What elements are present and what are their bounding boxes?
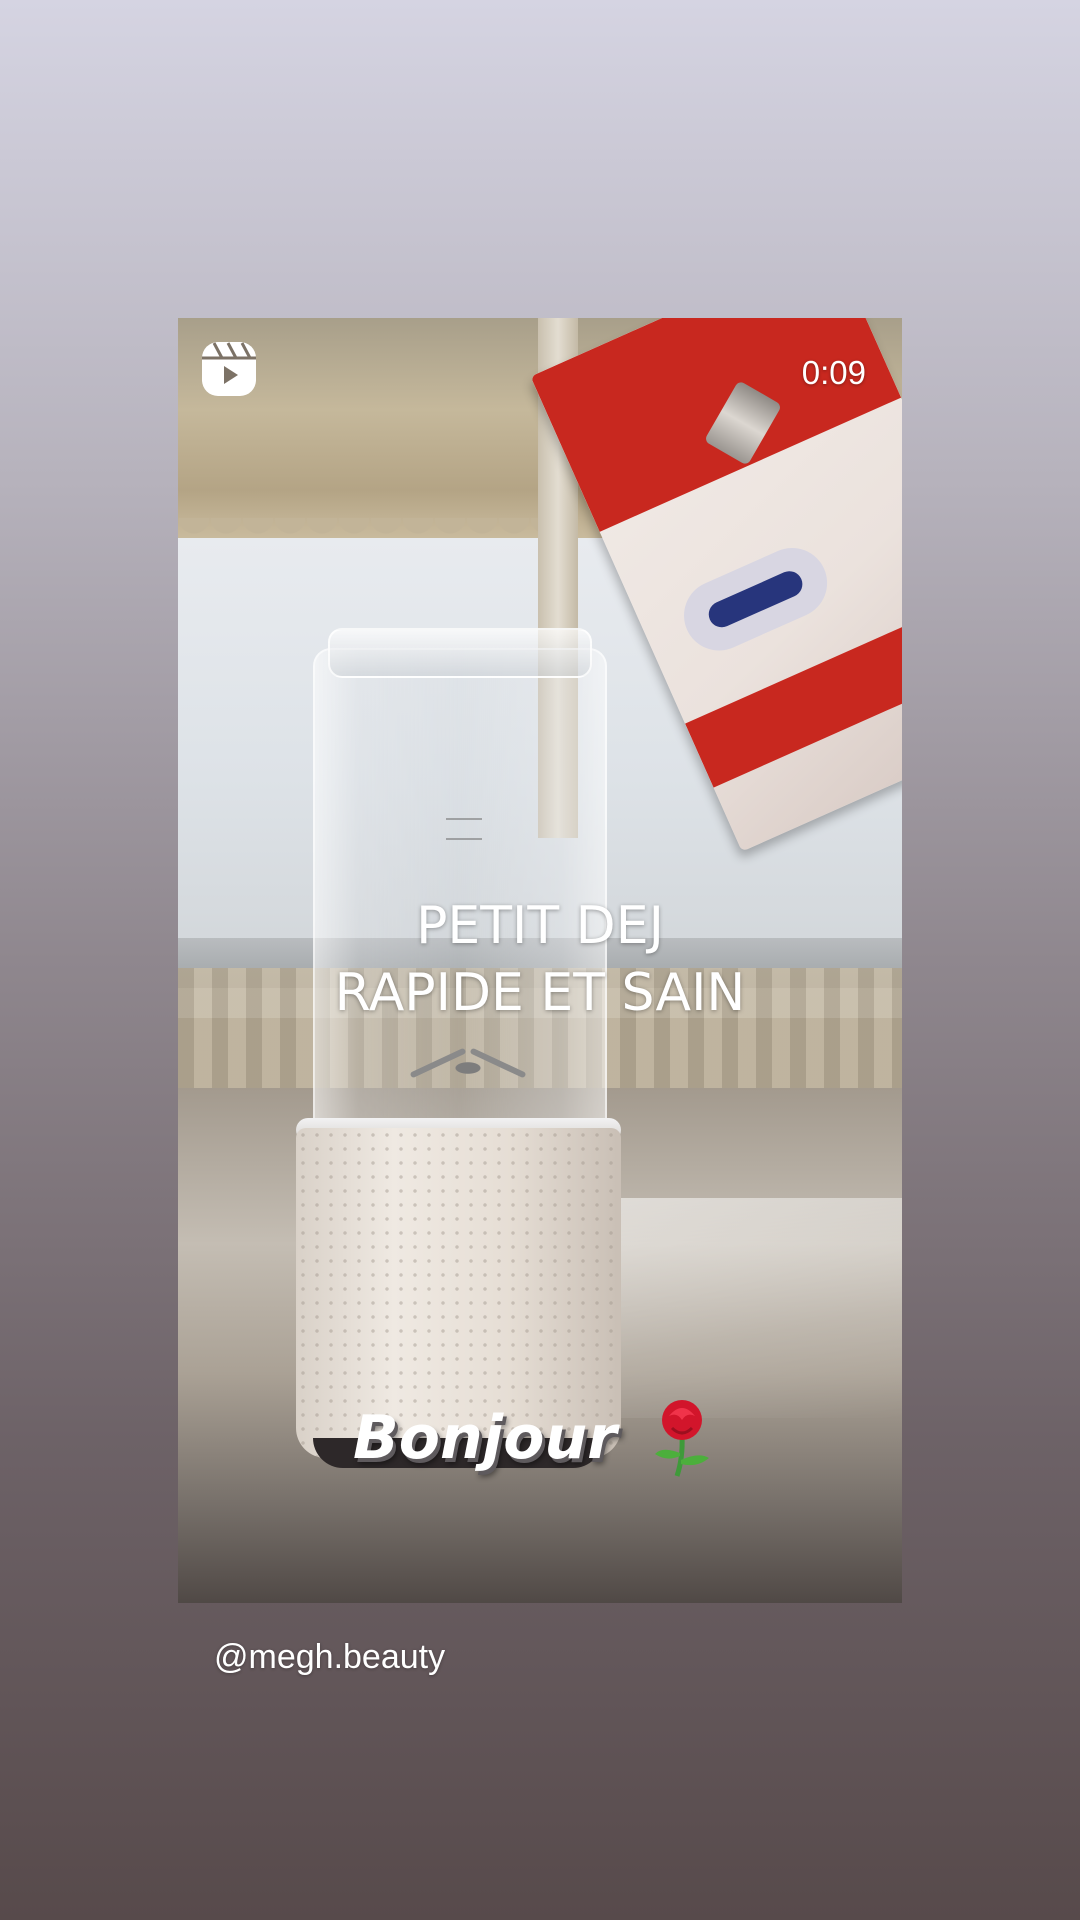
reel-video-card[interactable]: 0:09 PETIT DEJ RAPIDE ET SAIN Bonjour (178, 318, 902, 1603)
sticker-text: Bonjour (353, 1403, 617, 1473)
table-reflection (598, 1198, 902, 1418)
caption-line-1: PETIT DEJ (416, 896, 664, 956)
author-username[interactable]: @megh.beauty (214, 1638, 445, 1677)
rose-icon (647, 1398, 717, 1478)
measure-line (446, 818, 482, 820)
carton-logo (672, 536, 839, 662)
blender-jar-rim (328, 628, 592, 678)
caption-line-2: RAPIDE ET SAIN (334, 963, 746, 1023)
blender-blade (403, 1038, 533, 1098)
reels-icon (200, 340, 258, 398)
measure-line (446, 838, 482, 840)
bonjour-sticker: Bonjour (353, 1398, 717, 1478)
video-duration: 0:09 (801, 354, 866, 391)
